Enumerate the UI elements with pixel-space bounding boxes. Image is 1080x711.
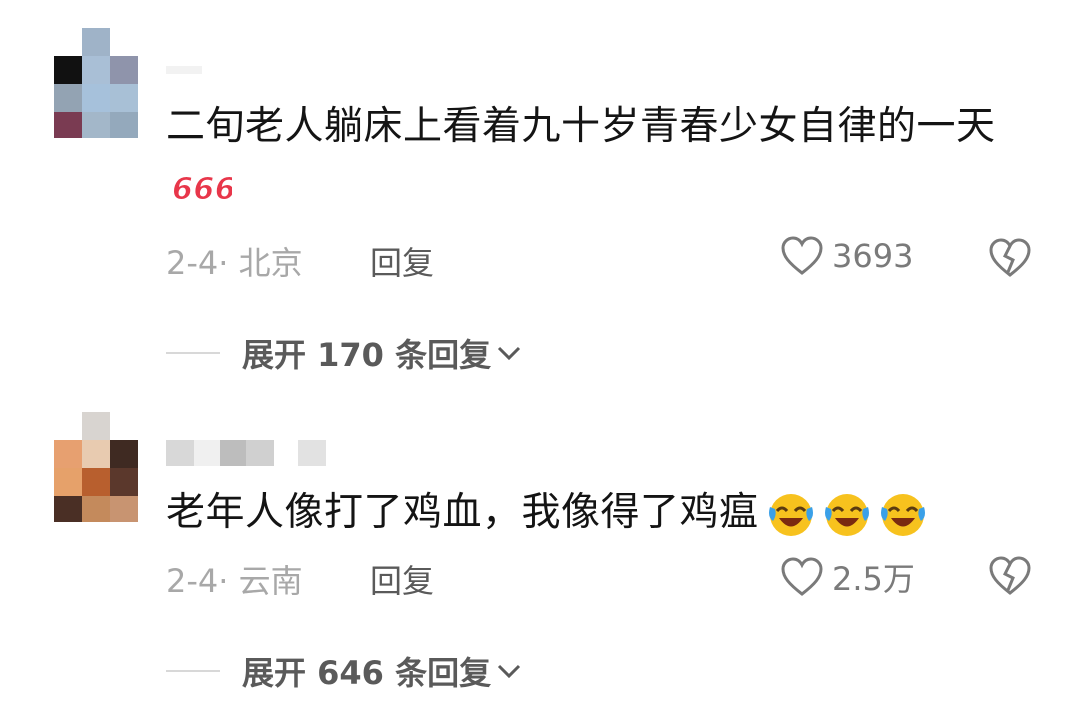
heart-outline-icon [781,557,823,596]
laughing-crying-emoji-icon [824,493,869,536]
like-count: 2.5万 [832,560,915,598]
comment-text: 二旬老人躺床上看着九十岁青春少女自律的一天 666 [166,104,996,205]
comment-text: 老年人像打了鸡血，我像得了鸡瘟 [166,484,1026,542]
comment-meta: 2-4· 北京 [166,244,303,282]
dislike-button[interactable] [988,556,1032,600]
username-blurred[interactable] [166,66,202,92]
username-blurred[interactable] [166,440,326,466]
avatar[interactable] [54,412,138,522]
divider-line [166,670,220,672]
like-count: 3693 [832,237,914,275]
like-button[interactable]: 2.5万 [780,554,915,600]
heart-outline-icon [781,236,823,275]
expand-replies-button[interactable]: 展开 646 条回复 [166,648,523,694]
emoji-666-icon: 666 [172,171,233,205]
expand-label: 展开 646 条回复 [242,654,492,692]
reply-button[interactable]: 回复 [370,238,434,284]
like-button[interactable]: 3693 [780,236,913,276]
avatar[interactable] [54,28,138,138]
comment-meta: 2-4· 云南 [166,562,303,600]
reply-button[interactable]: 回复 [370,556,434,602]
broken-heart-icon [989,556,1031,595]
laughing-crying-emoji-icon [880,493,925,536]
broken-heart-icon [989,238,1031,277]
dislike-button[interactable] [988,238,1032,282]
expand-label: 展开 170 条回复 [242,336,492,374]
chevron-down-icon [498,346,521,361]
laughing-crying-emoji-icon [768,493,813,536]
expand-replies-button[interactable]: 展开 170 条回复 [166,330,523,376]
svg-text:666: 666 [172,172,232,205]
divider-line [166,352,220,354]
chevron-down-icon [498,664,521,679]
